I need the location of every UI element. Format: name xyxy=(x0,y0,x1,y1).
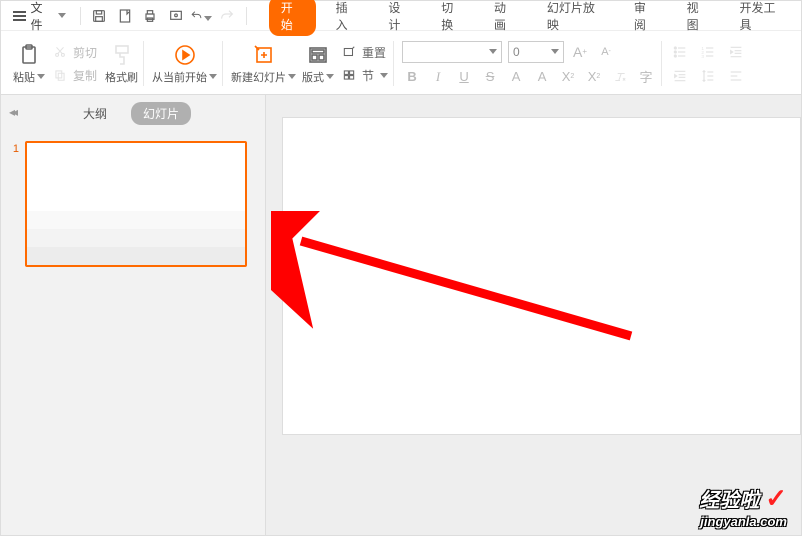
watermark-text-2: jingyanla.com xyxy=(699,514,787,529)
chevron-down-icon xyxy=(58,13,66,18)
decrease-font-button[interactable]: A- xyxy=(596,42,616,62)
redo-button[interactable] xyxy=(216,5,237,27)
bold-button[interactable]: B xyxy=(402,67,422,87)
subscript-button[interactable]: X2 xyxy=(584,67,604,87)
checkmark-icon: ✓ xyxy=(765,483,787,514)
file-menu-button[interactable]: 文件 xyxy=(7,0,72,35)
panel-tab-slides[interactable]: 幻灯片 xyxy=(131,102,191,125)
tab-transition[interactable]: 切换 xyxy=(431,0,474,37)
svg-text:3: 3 xyxy=(701,54,704,59)
panel-tab-outline[interactable]: 大纲 xyxy=(75,103,115,124)
canvas-area xyxy=(266,95,801,535)
clear-format-button[interactable] xyxy=(610,67,630,87)
side-panel: ◂◂ 大纲 幻灯片 1 xyxy=(1,95,266,535)
new-slide-button[interactable]: 新建幻灯片 xyxy=(231,43,296,85)
font-size-value: 0 xyxy=(513,45,520,59)
copy-label: 复制 xyxy=(73,67,97,84)
panel-tabs: ◂◂ 大纲 幻灯片 xyxy=(1,95,265,131)
hamburger-icon xyxy=(13,11,26,21)
bullets-button[interactable] xyxy=(670,42,690,62)
font-group: 0 A+ A- B I U S A A X2 X2 字 xyxy=(396,35,662,92)
watermark: 经验啦 ✓ jingyanla.com xyxy=(699,483,787,529)
increase-font-button[interactable]: A+ xyxy=(570,42,590,62)
cut-label: 剪切 xyxy=(73,44,97,61)
collapse-panel-button[interactable]: ◂◂ xyxy=(9,105,15,119)
chevron-down-icon xyxy=(209,74,217,79)
font-size-select[interactable]: 0 xyxy=(508,41,564,63)
highlight-button[interactable]: A xyxy=(532,67,552,87)
numbering-button[interactable]: 123 xyxy=(698,42,718,62)
slide-canvas[interactable] xyxy=(282,117,801,435)
chevron-down-icon xyxy=(288,74,296,79)
print-preview-icon[interactable] xyxy=(114,5,135,27)
phonetic-button[interactable]: 字 xyxy=(636,67,656,87)
font-color-button[interactable]: A xyxy=(506,67,526,87)
ribbon: 粘贴 剪切 复制 格式刷 从当前开始 新建幻灯片 xyxy=(1,31,801,95)
reset-button[interactable]: 重置 xyxy=(342,44,388,61)
format-painter-label: 格式刷 xyxy=(105,69,138,85)
layout-label: 版式 xyxy=(302,69,324,85)
separator xyxy=(80,7,81,25)
format-painter-button[interactable]: 格式刷 xyxy=(105,43,138,85)
chevron-down-icon xyxy=(551,49,559,54)
tab-design[interactable]: 设计 xyxy=(378,0,421,37)
save-icon[interactable] xyxy=(89,5,110,27)
workspace: ◂◂ 大纲 幻灯片 1 xyxy=(1,95,801,535)
reset-label: 重置 xyxy=(362,44,386,61)
watermark-text-1: 经验啦 xyxy=(699,484,759,513)
paste-button[interactable]: 粘贴 xyxy=(13,43,45,85)
slide-thumbnail-1[interactable] xyxy=(25,141,247,267)
slide-number: 1 xyxy=(9,143,19,155)
tab-slideshow[interactable]: 幻灯片放映 xyxy=(537,0,614,37)
section-label: 节 xyxy=(362,67,374,84)
section-button[interactable]: 节 xyxy=(342,67,388,84)
slideshow-group: 从当前开始 xyxy=(146,35,223,92)
chevron-down-icon xyxy=(380,73,388,78)
chevron-down-icon xyxy=(37,74,45,79)
strikethrough-button[interactable]: S xyxy=(480,67,500,87)
chevron-down-icon xyxy=(326,74,334,79)
from-current-button[interactable]: 从当前开始 xyxy=(152,43,217,85)
title-bar: 文件 开始 插入 设计 切换 动画 幻灯片放映 审阅 视图 开发工具 xyxy=(1,1,801,31)
chevron-down-icon xyxy=(489,49,497,54)
tab-view[interactable]: 视图 xyxy=(677,0,720,37)
chevron-down-icon xyxy=(204,16,212,21)
align-button[interactable] xyxy=(726,66,746,86)
decrease-indent-button[interactable] xyxy=(726,42,746,62)
tab-insert[interactable]: 插入 xyxy=(326,0,369,37)
copy-button[interactable]: 复制 xyxy=(53,67,97,84)
ribbon-tabs: 开始 插入 设计 切换 动画 幻灯片放映 审阅 视图 开发工具 xyxy=(269,0,795,37)
from-current-label: 从当前开始 xyxy=(152,69,207,85)
clipboard-group: 粘贴 剪切 复制 格式刷 xyxy=(7,35,144,92)
separator xyxy=(246,7,247,25)
print-icon[interactable] xyxy=(139,5,160,27)
slides-group: 新建幻灯片 版式 重置 节 xyxy=(225,35,394,92)
tab-start[interactable]: 开始 xyxy=(269,0,316,36)
increase-indent-button[interactable] xyxy=(670,66,690,86)
tab-animation[interactable]: 动画 xyxy=(484,0,527,37)
superscript-button[interactable]: X2 xyxy=(558,67,578,87)
preview-icon[interactable] xyxy=(165,5,186,27)
layout-button[interactable]: 版式 xyxy=(302,43,334,85)
line-spacing-button[interactable] xyxy=(698,66,718,86)
tab-devtools[interactable]: 开发工具 xyxy=(729,0,795,37)
italic-button[interactable]: I xyxy=(428,67,448,87)
paste-label: 粘贴 xyxy=(13,69,35,85)
underline-button[interactable]: U xyxy=(454,67,474,87)
new-slide-label: 新建幻灯片 xyxy=(231,69,286,85)
tab-review[interactable]: 审阅 xyxy=(624,0,667,37)
file-menu-label: 文件 xyxy=(30,0,53,33)
cut-button[interactable]: 剪切 xyxy=(53,44,97,61)
slide-thumb-row: 1 xyxy=(9,141,257,267)
font-family-select[interactable] xyxy=(402,41,502,63)
paragraph-group: 123 xyxy=(664,35,752,92)
thumbnails-area: 1 xyxy=(1,131,265,535)
undo-button[interactable] xyxy=(190,5,212,27)
